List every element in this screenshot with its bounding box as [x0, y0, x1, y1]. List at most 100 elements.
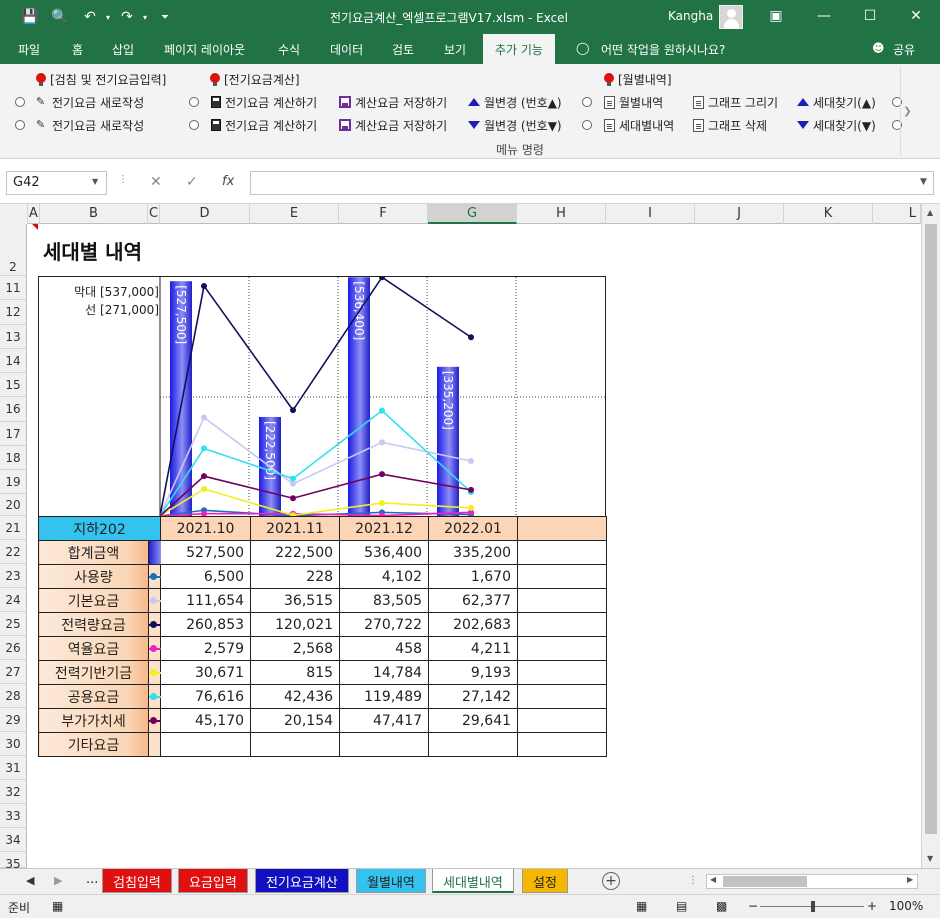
unit-cell[interactable]: 지하202	[37, 516, 162, 541]
add-sheet-icon[interactable]: +	[602, 872, 620, 890]
value-cell[interactable]: 222,500	[250, 540, 341, 565]
household-button[interactable]: 세대별내역	[604, 116, 674, 134]
tab-insert[interactable]: 삽입	[112, 41, 134, 58]
scroll-thumb[interactable]	[925, 224, 937, 834]
row-header[interactable]: 35	[0, 852, 26, 868]
radio-icon[interactable]	[15, 97, 25, 107]
macro-record-icon[interactable]: ▦	[52, 899, 63, 913]
tab-data[interactable]: 데이터	[330, 41, 363, 58]
tab-home[interactable]: 홈	[72, 41, 83, 58]
value-cell[interactable]	[160, 732, 252, 757]
value-cell[interactable]: 202,683	[428, 612, 519, 637]
row-label[interactable]: 전력량요금	[38, 612, 149, 637]
horizontal-scrollbar[interactable]: ◀ ▶	[706, 874, 918, 889]
row-header[interactable]: 25	[0, 612, 26, 636]
value-cell[interactable]: 9,193	[428, 660, 519, 685]
value-cell[interactable]: 30,671	[160, 660, 252, 685]
month-header[interactable]: 2021.10	[160, 516, 252, 541]
save-calc-button-2[interactable]: 계산요금 저장하기	[339, 116, 447, 134]
value-cell[interactable]: 335,200	[428, 540, 519, 565]
column-header-e[interactable]: E	[250, 204, 339, 224]
empty-header[interactable]	[517, 516, 608, 541]
worksheet[interactable]: 세대별 내역 막대 [537,000] 선 [271,000] [527,500…	[28, 224, 921, 868]
user-name[interactable]: Kangha	[668, 9, 713, 23]
scroll-thumb[interactable]	[723, 876, 807, 887]
chart-area[interactable]: 막대 [537,000] 선 [271,000] [527,500] [222,5…	[38, 276, 606, 518]
vertical-scrollbar[interactable]: ▲ ▼	[921, 204, 940, 868]
function-icon[interactable]: fx	[222, 174, 234, 189]
value-cell[interactable]: 76,616	[160, 684, 252, 709]
calc-button-2[interactable]: 전기요금 계산하기	[211, 116, 317, 134]
row-label[interactable]: 합계금액	[38, 540, 149, 565]
tab-file[interactable]: 파일	[18, 41, 40, 58]
value-cell[interactable]: 536,400	[339, 540, 430, 565]
row-header[interactable]: 23	[0, 564, 26, 588]
value-cell[interactable]: 119,489	[339, 684, 430, 709]
chevron-down-icon[interactable]: ▼	[92, 177, 98, 186]
tab-view[interactable]: 보기	[444, 41, 466, 58]
monthly-button[interactable]: 월별내역	[604, 93, 663, 111]
value-cell[interactable]: 6,500	[160, 564, 252, 589]
row-header[interactable]: 15	[0, 373, 26, 397]
row-header[interactable]: 13	[0, 325, 26, 349]
column-header-f[interactable]: F	[339, 204, 428, 224]
value-cell[interactable]: 1,670	[428, 564, 519, 589]
calc-button-1[interactable]: 전기요금 계산하기	[211, 93, 317, 111]
row-label[interactable]: 기본요금	[38, 588, 149, 613]
redo-icon[interactable]: ↷	[117, 7, 137, 27]
value-cell[interactable]: 260,853	[160, 612, 252, 637]
save-icon[interactable]: 💾	[20, 7, 40, 27]
value-cell[interactable]: 4,102	[339, 564, 430, 589]
value-cell[interactable]: 27,142	[428, 684, 519, 709]
row-label[interactable]: 사용량	[38, 564, 149, 589]
radio-icon[interactable]	[582, 97, 592, 107]
empty-cell[interactable]	[517, 732, 608, 757]
column-header-j[interactable]: J	[695, 204, 784, 224]
avatar[interactable]	[719, 5, 743, 29]
row-header[interactable]: 19	[0, 470, 26, 494]
value-cell[interactable]	[428, 732, 519, 757]
column-header-c[interactable]: C	[148, 204, 160, 224]
new-bill-option-2[interactable]	[15, 116, 25, 134]
empty-cell[interactable]	[517, 540, 608, 565]
row-header[interactable]: 21	[0, 516, 26, 540]
row-header[interactable]: 30	[0, 732, 26, 756]
tab-page-layout[interactable]: 페이지 레이아웃	[164, 41, 245, 58]
row-header[interactable]: 28	[0, 684, 26, 708]
value-cell[interactable]: 458	[339, 636, 430, 661]
row-header[interactable]: 32	[0, 780, 26, 804]
value-cell[interactable]: 14,784	[339, 660, 430, 685]
row-header[interactable]: 18	[0, 446, 26, 470]
page-break-view-icon[interactable]: ▩	[716, 899, 727, 913]
prev-sheet-icon[interactable]: ◀	[26, 874, 34, 887]
maximize-icon[interactable]: ☐	[858, 4, 882, 28]
household-option[interactable]	[582, 116, 592, 134]
zoom-out-button[interactable]: −	[748, 899, 758, 913]
row-header[interactable]: 16	[0, 397, 26, 422]
column-header-b[interactable]: B	[40, 204, 148, 224]
calc-option-2[interactable]	[189, 116, 199, 134]
month-down-button[interactable]: 월변경 (번호▼)	[468, 116, 562, 134]
month-header[interactable]: 2021.11	[250, 516, 341, 541]
value-cell[interactable]: 2,579	[160, 636, 252, 661]
radio-icon[interactable]	[582, 120, 592, 130]
value-cell[interactable]: 527,500	[160, 540, 252, 565]
empty-cell[interactable]	[517, 612, 608, 637]
monthly-option[interactable]	[582, 93, 592, 111]
row-header[interactable]: 11	[0, 276, 26, 300]
row-header[interactable]: 34	[0, 828, 26, 852]
column-header-i[interactable]: I	[606, 204, 695, 224]
zoom-slider-knob[interactable]	[811, 901, 815, 912]
redo-dropdown-icon[interactable]: ▾	[135, 7, 155, 27]
customize-qat-icon[interactable]: ⏷	[155, 7, 175, 27]
value-cell[interactable]: 47,417	[339, 708, 430, 733]
value-cell[interactable]	[250, 732, 341, 757]
find-up-button[interactable]: 세대찾기(▲)	[797, 93, 876, 111]
sheet-tab[interactable]: 세대별내역	[432, 869, 514, 893]
tab-review[interactable]: 검토	[392, 41, 414, 58]
value-cell[interactable]: 62,377	[428, 588, 519, 613]
formula-input[interactable]	[250, 171, 934, 195]
sheet-tab[interactable]: 전기요금계산	[255, 869, 349, 893]
new-bill-option-1[interactable]	[15, 93, 25, 111]
sheet-tab[interactable]: 월별내역	[356, 869, 426, 893]
